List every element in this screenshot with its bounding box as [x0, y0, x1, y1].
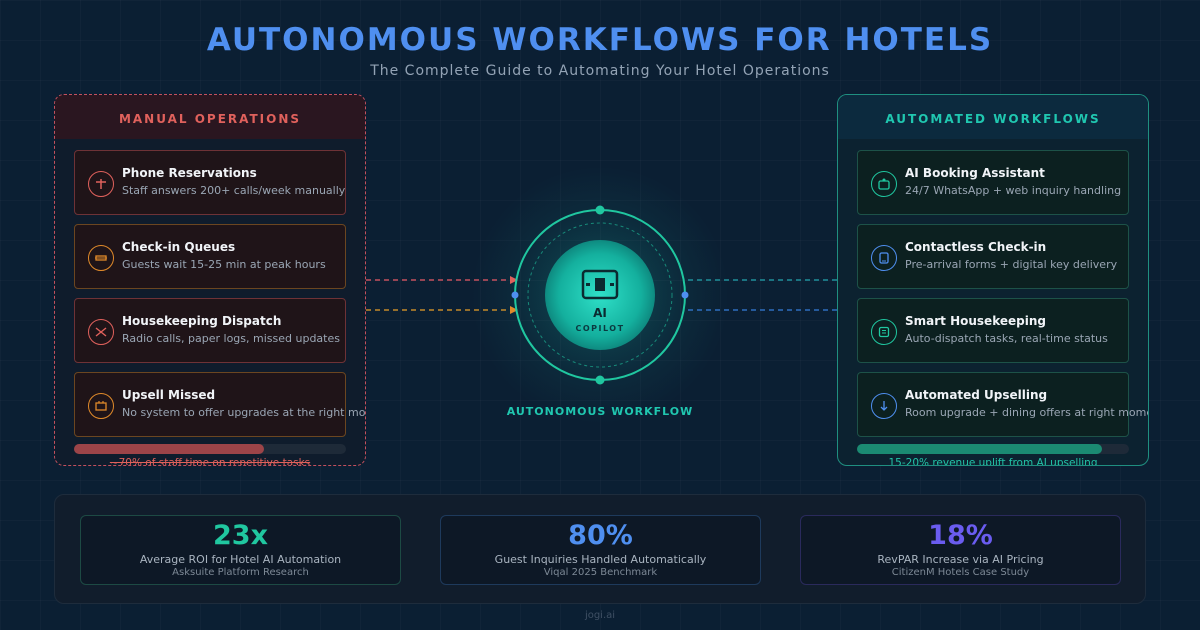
- stats-bar: 23x Average ROI for Hotel AI Automation …: [54, 494, 1146, 604]
- stat-source: Asksuite Platform Research: [172, 567, 309, 578]
- stat-card-inquiries: 80% Guest Inquiries Handled Automaticall…: [440, 515, 761, 585]
- stat-value: 23x: [213, 520, 268, 551]
- hub-ai-label: AI: [593, 306, 607, 320]
- hub-node-right: [681, 291, 689, 299]
- stat-label: Average ROI for Hotel AI Automation: [139, 553, 342, 566]
- hub-node-top: [595, 205, 605, 215]
- hub-caption: AUTONOMOUS WORKFLOW: [506, 405, 694, 418]
- stat-label: Guest Inquiries Handled Automatically: [494, 553, 707, 566]
- stat-label: RevPAR Increase via AI Pricing: [877, 553, 1044, 566]
- hub-core: [545, 240, 655, 350]
- stat-card-roi: 23x Average ROI for Hotel AI Automation …: [80, 515, 401, 585]
- hub-node-bottom: [595, 375, 605, 385]
- stat-card-revpar: 18% RevPAR Increase via AI Pricing Citiz…: [800, 515, 1121, 585]
- hub-copilot-label: COPILOT: [575, 324, 625, 333]
- stat-value: 80%: [568, 520, 633, 551]
- hub-node-left: [511, 291, 519, 299]
- stat-source: Viqal 2025 Benchmark: [543, 567, 658, 578]
- stat-value: 18%: [928, 520, 993, 551]
- stat-source: CitizenM Hotels Case Study: [891, 567, 1030, 578]
- footer-brand: jogi.ai: [584, 610, 616, 621]
